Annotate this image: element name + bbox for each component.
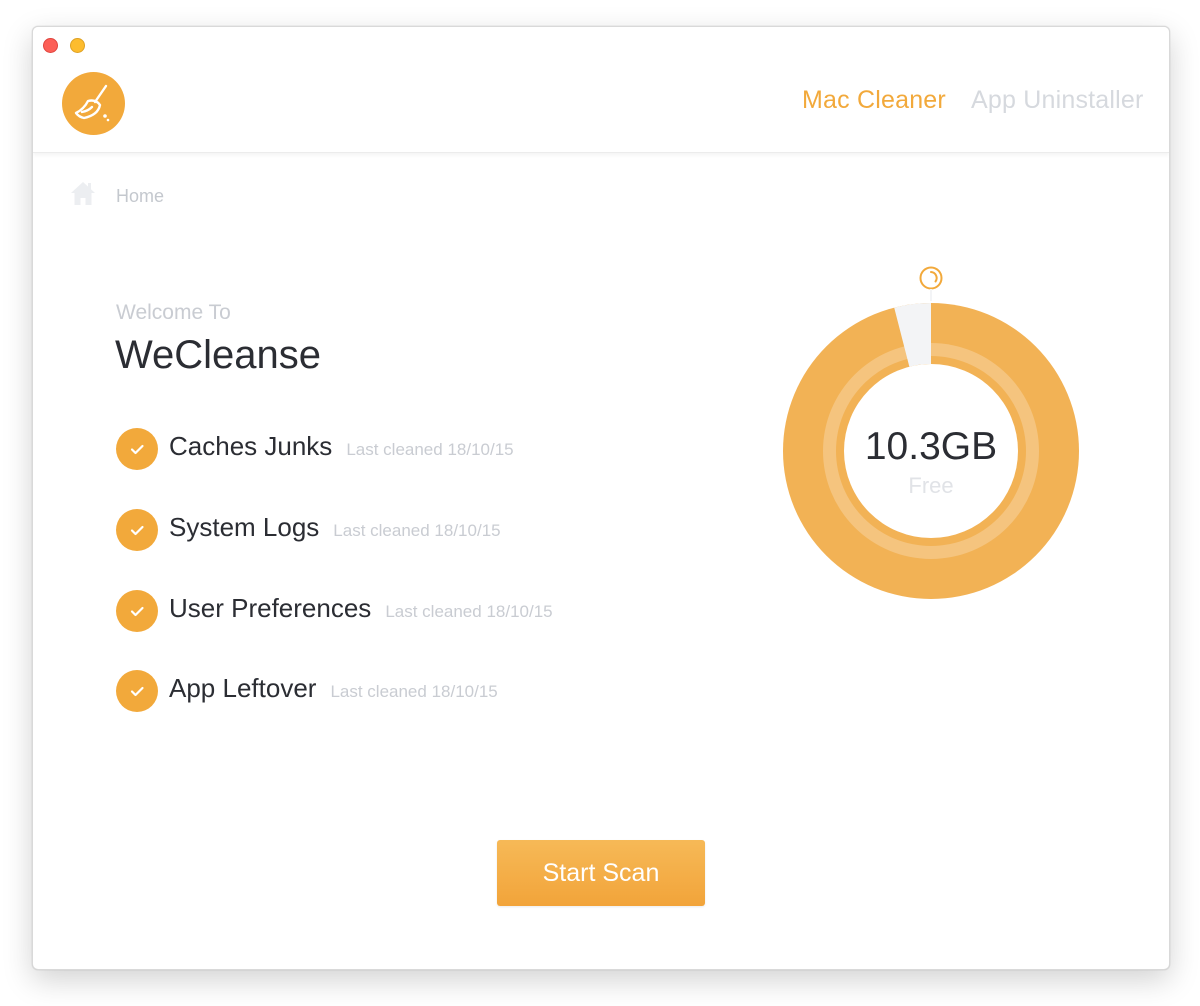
broom-icon (62, 72, 125, 135)
item-last-cleaned: Last cleaned 18/10/15 (385, 602, 553, 621)
start-scan-button[interactable]: Start Scan (497, 840, 705, 906)
checkmark-icon (116, 670, 158, 712)
item-last-cleaned: Last cleaned 18/10/15 (330, 682, 498, 701)
spinner-icon (919, 266, 943, 301)
disk-usage-gauge: 10.3GB Free (761, 261, 1101, 621)
checkmark-icon (116, 509, 158, 551)
close-window-button[interactable] (43, 38, 58, 53)
tab-mac-cleaner[interactable]: Mac Cleaner (802, 86, 946, 115)
tab-app-uninstaller[interactable]: App Uninstaller (971, 86, 1144, 115)
checkmark-icon (116, 428, 158, 470)
welcome-text: Welcome To (116, 301, 231, 324)
item-label: Caches Junks (169, 431, 333, 461)
app-window: Mac Cleaner App Uninstaller Home Welcome… (32, 26, 1170, 970)
minimize-window-button[interactable] (70, 38, 85, 53)
item-label: App Leftover (169, 673, 317, 703)
header-bar: Mac Cleaner App Uninstaller (33, 27, 1169, 153)
app-title: WeCleanse (115, 333, 322, 377)
item-last-cleaned: Last cleaned 18/10/15 (333, 521, 501, 540)
free-space-value: 10.3GB (864, 425, 998, 468)
breadcrumb-home[interactable]: Home (116, 186, 164, 207)
item-label: User Preferences (169, 593, 372, 623)
checkmark-icon (116, 590, 158, 632)
home-icon[interactable] (69, 179, 97, 207)
free-space-label: Free (908, 473, 954, 498)
item-label: System Logs (169, 512, 320, 542)
item-last-cleaned: Last cleaned 18/10/15 (346, 440, 514, 459)
